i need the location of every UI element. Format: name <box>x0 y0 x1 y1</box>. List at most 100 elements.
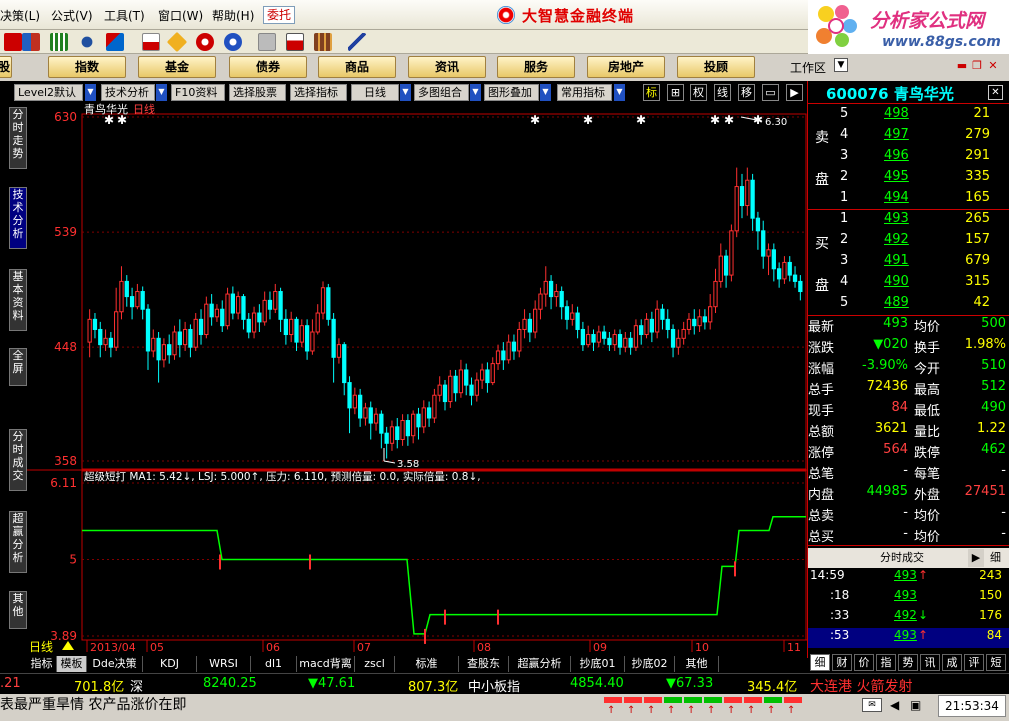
indicator-tab[interactable]: 其他 <box>675 656 719 672</box>
buy-level-row[interactable]: 5 489 42 <box>808 295 1009 316</box>
sell-level-row[interactable]: 3 496 291 <box>808 148 1009 169</box>
select-stock-button[interactable]: 选择股票 <box>229 84 286 101</box>
indicator-tab[interactable]: 抄底01 <box>571 656 625 672</box>
globe-icon[interactable] <box>224 33 242 51</box>
indicator-tab[interactable]: KDJ <box>143 656 197 672</box>
nav-service[interactable]: 服务 <box>497 56 575 78</box>
tick-row[interactable]: :33 492 ↓ 176 <box>808 608 1009 628</box>
buy-price[interactable]: 491 <box>884 253 909 268</box>
tick-row[interactable]: 14:59 493 ↑ 243 <box>808 568 1009 588</box>
grid-icon[interactable]: ⊞ <box>667 84 684 101</box>
quote-tab-2[interactable]: 价 <box>854 654 874 671</box>
overlay-button[interactable]: 图形叠加 <box>484 84 539 101</box>
quote-tab-6[interactable]: 成 <box>942 654 962 671</box>
binoculars-icon[interactable] <box>78 33 96 51</box>
move-icon[interactable]: 移 <box>738 84 755 101</box>
indicator-tab[interactable]: dl1 <box>251 656 297 672</box>
tab-superwin[interactable]: 超赢分析 <box>9 511 27 573</box>
quote-tab-5[interactable]: 讯 <box>920 654 940 671</box>
tech-analysis-button[interactable]: 技术分析 <box>101 84 155 101</box>
line-icon[interactable]: 线 <box>714 84 731 101</box>
menu-tools[interactable]: 工具(T) <box>104 7 145 24</box>
status-market-sz[interactable]: 深 <box>130 676 143 695</box>
buy-level-row[interactable]: 2 492 157 <box>808 232 1009 253</box>
buy-price[interactable]: 492 <box>884 232 909 247</box>
window-icon[interactable] <box>286 33 304 51</box>
bars-icon[interactable] <box>50 33 68 51</box>
chevron-down-icon[interactable]: ▼ <box>614 84 625 101</box>
tab-fundamentals[interactable]: 基本资料 <box>9 269 27 331</box>
sell-level-row[interactable]: 5 498 21 <box>808 106 1009 127</box>
nav-commodity[interactable]: 商品 <box>318 56 396 78</box>
nav-stock[interactable]: 股 <box>0 56 12 78</box>
sell-price[interactable]: 497 <box>884 127 909 142</box>
common-indicators-button[interactable]: 常用指标 <box>557 84 612 101</box>
nav-bond[interactable]: 债券 <box>229 56 307 78</box>
quote-tab-4[interactable]: 势 <box>898 654 918 671</box>
indicator-tab[interactable]: 模板 <box>57 656 87 672</box>
period-button[interactable]: 日线 <box>351 84 399 101</box>
menu-help[interactable]: 帮助(H) <box>212 7 254 24</box>
chart-svg[interactable]: ✱ ✱ ✱ ✱ ✱ ✱ ✱ ✱ 630539448358 2013/04 05 06 07 08 09 1… <box>27 102 807 658</box>
tick-row[interactable]: :18 493 150 <box>808 588 1009 608</box>
indicator-tab[interactable]: zscl <box>355 656 395 672</box>
nav-index[interactable]: 指数 <box>48 56 126 78</box>
sell-price[interactable]: 496 <box>884 148 909 163</box>
play-icon[interactable]: ▶ <box>786 84 803 101</box>
tab-fullscreen[interactable]: 全屏 <box>9 348 27 386</box>
menu-window[interactable]: 窗口(W) <box>158 7 203 24</box>
quote-tab-7[interactable]: 评 <box>964 654 984 671</box>
quote-tab-8[interactable]: 短 <box>986 654 1006 671</box>
buy-level-row[interactable]: 4 490 315 <box>808 274 1009 295</box>
indicator-tab[interactable]: macd背离 <box>297 656 355 672</box>
mark-icon[interactable]: 标 <box>643 84 660 101</box>
sell-price[interactable]: 494 <box>884 190 909 205</box>
menu-formula[interactable]: 公式(V) <box>51 7 93 24</box>
tab-tech-analysis[interactable]: 技术分析 <box>9 187 27 249</box>
indicator-tab[interactable]: 查股东 <box>459 656 509 672</box>
indicator-tab[interactable]: 超赢分析 <box>509 656 571 672</box>
level2-default-button[interactable]: Level2默认 <box>14 84 83 101</box>
mail-icon[interactable]: ✉ <box>862 698 882 712</box>
select-indicator-button[interactable]: 选择指标 <box>290 84 347 101</box>
tick-row[interactable]: :53 493 ↑ 84 <box>808 628 1009 648</box>
ticks-detail-link[interactable]: 细 <box>990 548 1001 568</box>
indicator-tab[interactable]: Dde决策 <box>87 656 143 672</box>
broadcast-icon[interactable] <box>106 33 124 51</box>
restore-icon[interactable]: ❐ <box>970 59 984 73</box>
indicator-tab[interactable]: 指标 <box>27 656 57 672</box>
quote-tab-0[interactable]: 细 <box>810 654 830 671</box>
indicator-tab[interactable]: WRSI <box>197 656 251 672</box>
tab-other[interactable]: 其他 <box>9 591 27 629</box>
diamond-icon[interactable] <box>166 31 188 53</box>
nav-realestate[interactable]: 房地产 <box>587 56 665 78</box>
quote-tab-3[interactable]: 指 <box>876 654 896 671</box>
chevron-down-icon[interactable]: ▼ <box>540 84 551 101</box>
chart-area[interactable]: ✱ ✱ ✱ ✱ ✱ ✱ ✱ ✱ 630 539 448 358 2013/04 05 06 07 08 09 1… <box>27 102 807 658</box>
buy-level-row[interactable]: 3 491 679 <box>808 253 1009 274</box>
help-cursor-icon[interactable] <box>348 33 366 51</box>
indicator-tab[interactable]: 抄底02 <box>625 656 675 672</box>
report-icon[interactable] <box>142 33 160 51</box>
status-alert[interactable]: 大连港 火箭发射 <box>810 676 912 696</box>
indicator-tab[interactable]: 标准 <box>395 656 459 672</box>
close-icon[interactable]: ✕ <box>988 85 1003 100</box>
buy-price[interactable]: 493 <box>884 211 909 226</box>
buy-level-row[interactable]: 1 493 265 <box>808 211 1009 232</box>
sell-level-row[interactable]: 4 497 279 <box>808 127 1009 148</box>
buy-price[interactable]: 489 <box>884 295 909 310</box>
books-icon[interactable] <box>314 33 332 51</box>
rights-icon[interactable]: 权 <box>690 84 707 101</box>
chevron-down-icon[interactable]: ▼ <box>85 84 96 101</box>
clipboard-icon[interactable] <box>258 33 276 51</box>
workarea-label[interactable]: 工作区 <box>790 59 826 76</box>
back-icon[interactable] <box>4 33 22 51</box>
sell-price[interactable]: 498 <box>884 106 909 121</box>
sell-level-row[interactable]: 1 494 165 <box>808 190 1009 211</box>
network-icon[interactable]: ▣ <box>910 698 921 712</box>
status-market-sme[interactable]: 中小板指 <box>468 676 520 695</box>
tab-intraday[interactable]: 分时走势 <box>9 107 27 169</box>
loop-icon[interactable] <box>196 33 214 51</box>
chevron-down-icon[interactable]: ▼ <box>400 84 411 101</box>
buy-price[interactable]: 490 <box>884 274 909 289</box>
